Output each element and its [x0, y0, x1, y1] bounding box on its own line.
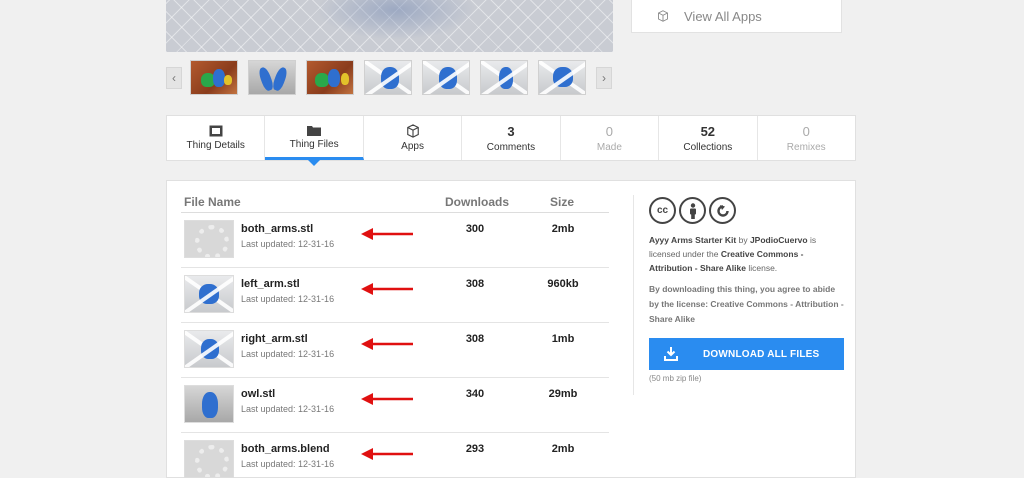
sidebar-divider — [633, 195, 634, 395]
file-name-link[interactable]: right_arm.stl — [241, 333, 308, 345]
thumbs-next-button[interactable]: › — [596, 67, 612, 89]
red-arrow-icon — [361, 393, 413, 405]
file-row[interactable]: right_arm.stl Last updated: 12-31-16 308… — [181, 323, 609, 378]
file-updated: Last updated: 12-31-16 — [241, 239, 335, 249]
file-row[interactable]: left_arm.stl Last updated: 12-31-16 308 … — [181, 268, 609, 323]
download-icon — [649, 347, 693, 361]
chevron-left-icon: ‹ — [172, 71, 176, 85]
tab-made[interactable]: 0 Made — [561, 116, 660, 160]
file-thumbnail-placeholder — [184, 440, 234, 478]
attribution-icon — [679, 197, 706, 224]
thumbs-prev-button[interactable]: ‹ — [166, 67, 182, 89]
file-updated: Last updated: 12-31-16 — [241, 404, 335, 414]
tab-remixes[interactable]: 0 Remixes — [758, 116, 855, 160]
license-text-end: license. — [745, 263, 778, 273]
file-name-link[interactable]: both_arms.stl — [241, 223, 313, 235]
tab-label: Remixes — [786, 141, 826, 153]
view-all-apps-label: View All Apps — [684, 8, 762, 24]
red-arrow-icon — [361, 448, 413, 460]
file-row[interactable]: owl.stl Last updated: 12-31-16 340 29mb — [181, 378, 609, 433]
file-name-link[interactable]: both_arms.blend — [241, 443, 330, 455]
red-arrow-icon — [361, 228, 413, 240]
zip-size-note: (50 mb zip file) — [649, 374, 702, 383]
tab-count: 52 — [700, 123, 716, 139]
thumbnail-3[interactable] — [306, 60, 354, 95]
files-panel: File Name Downloads Size both_arms.stl L… — [166, 180, 856, 478]
tab-label: Thing Details — [186, 140, 245, 151]
license-by-word: by — [736, 235, 750, 245]
file-downloads: 293 — [465, 443, 485, 455]
tab-label: Collections — [683, 141, 733, 153]
file-thumbnail — [184, 275, 234, 313]
tab-label: Apps — [401, 141, 424, 152]
file-updated: Last updated: 12-31-16 — [241, 459, 335, 469]
download-all-files-button[interactable]: DOWNLOAD ALL FILES — [649, 338, 844, 370]
file-thumbnail — [184, 385, 234, 423]
cube-icon — [406, 124, 419, 138]
col-header-file-name: File Name — [184, 195, 241, 209]
file-row[interactable]: both_arms.blend Last updated: 12-31-16 2… — [181, 433, 609, 478]
thumbnail-2[interactable] — [248, 60, 296, 95]
file-updated: Last updated: 12-31-16 — [241, 349, 335, 359]
tab-count: 3 — [507, 123, 515, 139]
thumbnail-4[interactable] — [364, 60, 412, 95]
file-row[interactable]: both_arms.stl Last updated: 12-31-16 300… — [181, 213, 609, 268]
view-all-apps-link[interactable]: View All Apps — [631, 0, 842, 33]
col-header-downloads: Downloads — [445, 195, 510, 209]
col-header-size: Size — [550, 195, 575, 209]
thumbnail-5[interactable] — [422, 60, 470, 95]
license-text: Ayyy Arms Starter Kit by JPodioCuervo is… — [649, 233, 845, 275]
cube-icon — [658, 10, 668, 22]
red-arrow-icon — [361, 338, 413, 350]
file-size: 1mb — [551, 333, 575, 345]
file-size: 29mb — [548, 388, 578, 400]
tab-count: 0 — [802, 123, 810, 139]
file-updated: Last updated: 12-31-16 — [241, 294, 335, 304]
file-size: 960kb — [547, 278, 579, 290]
file-thumbnail — [184, 330, 234, 368]
file-downloads: 300 — [465, 223, 485, 235]
red-arrow-icon — [361, 283, 413, 295]
cc-icon: cc — [649, 197, 676, 224]
tab-thing-details[interactable]: Thing Details — [167, 116, 266, 160]
folder-icon — [307, 125, 322, 136]
tab-label: Made — [596, 141, 622, 153]
author-link[interactable]: JPodioCuervo — [750, 235, 808, 245]
tab-thing-files[interactable]: Thing Files — [265, 116, 364, 166]
license-agreement-text: By downloading this thing, you agree to … — [649, 284, 844, 324]
tab-apps[interactable]: Apps — [364, 116, 463, 160]
chevron-right-icon: › — [602, 71, 606, 85]
file-downloads: 308 — [465, 278, 485, 290]
file-thumbnail-placeholder — [184, 220, 234, 258]
file-size: 2mb — [551, 223, 575, 235]
file-downloads: 308 — [465, 333, 485, 345]
tab-collections[interactable]: 52 Collections — [659, 116, 758, 160]
share-alike-icon — [709, 197, 736, 224]
tab-label: Thing Files — [289, 138, 339, 150]
thumbnail-7[interactable] — [538, 60, 586, 95]
file-downloads: 340 — [465, 388, 485, 400]
image-icon — [209, 125, 223, 137]
thing-name[interactable]: Ayyy Arms Starter Kit — [649, 235, 736, 245]
file-name-link[interactable]: left_arm.stl — [241, 278, 300, 290]
main-preview-image — [166, 0, 613, 52]
cc-license-badges: cc — [649, 197, 736, 224]
thumbnail-1[interactable] — [190, 60, 238, 95]
file-name-link[interactable]: owl.stl — [241, 388, 275, 400]
download-all-label: DOWNLOAD ALL FILES — [703, 348, 820, 360]
thumbnail-6[interactable] — [480, 60, 528, 95]
tab-comments[interactable]: 3 Comments — [462, 116, 561, 160]
tab-label: Comments — [486, 141, 536, 153]
file-size: 2mb — [551, 443, 575, 455]
tab-count: 0 — [605, 123, 614, 139]
thing-tabs: Thing Details Thing Files Apps 3 Comment… — [166, 115, 856, 166]
